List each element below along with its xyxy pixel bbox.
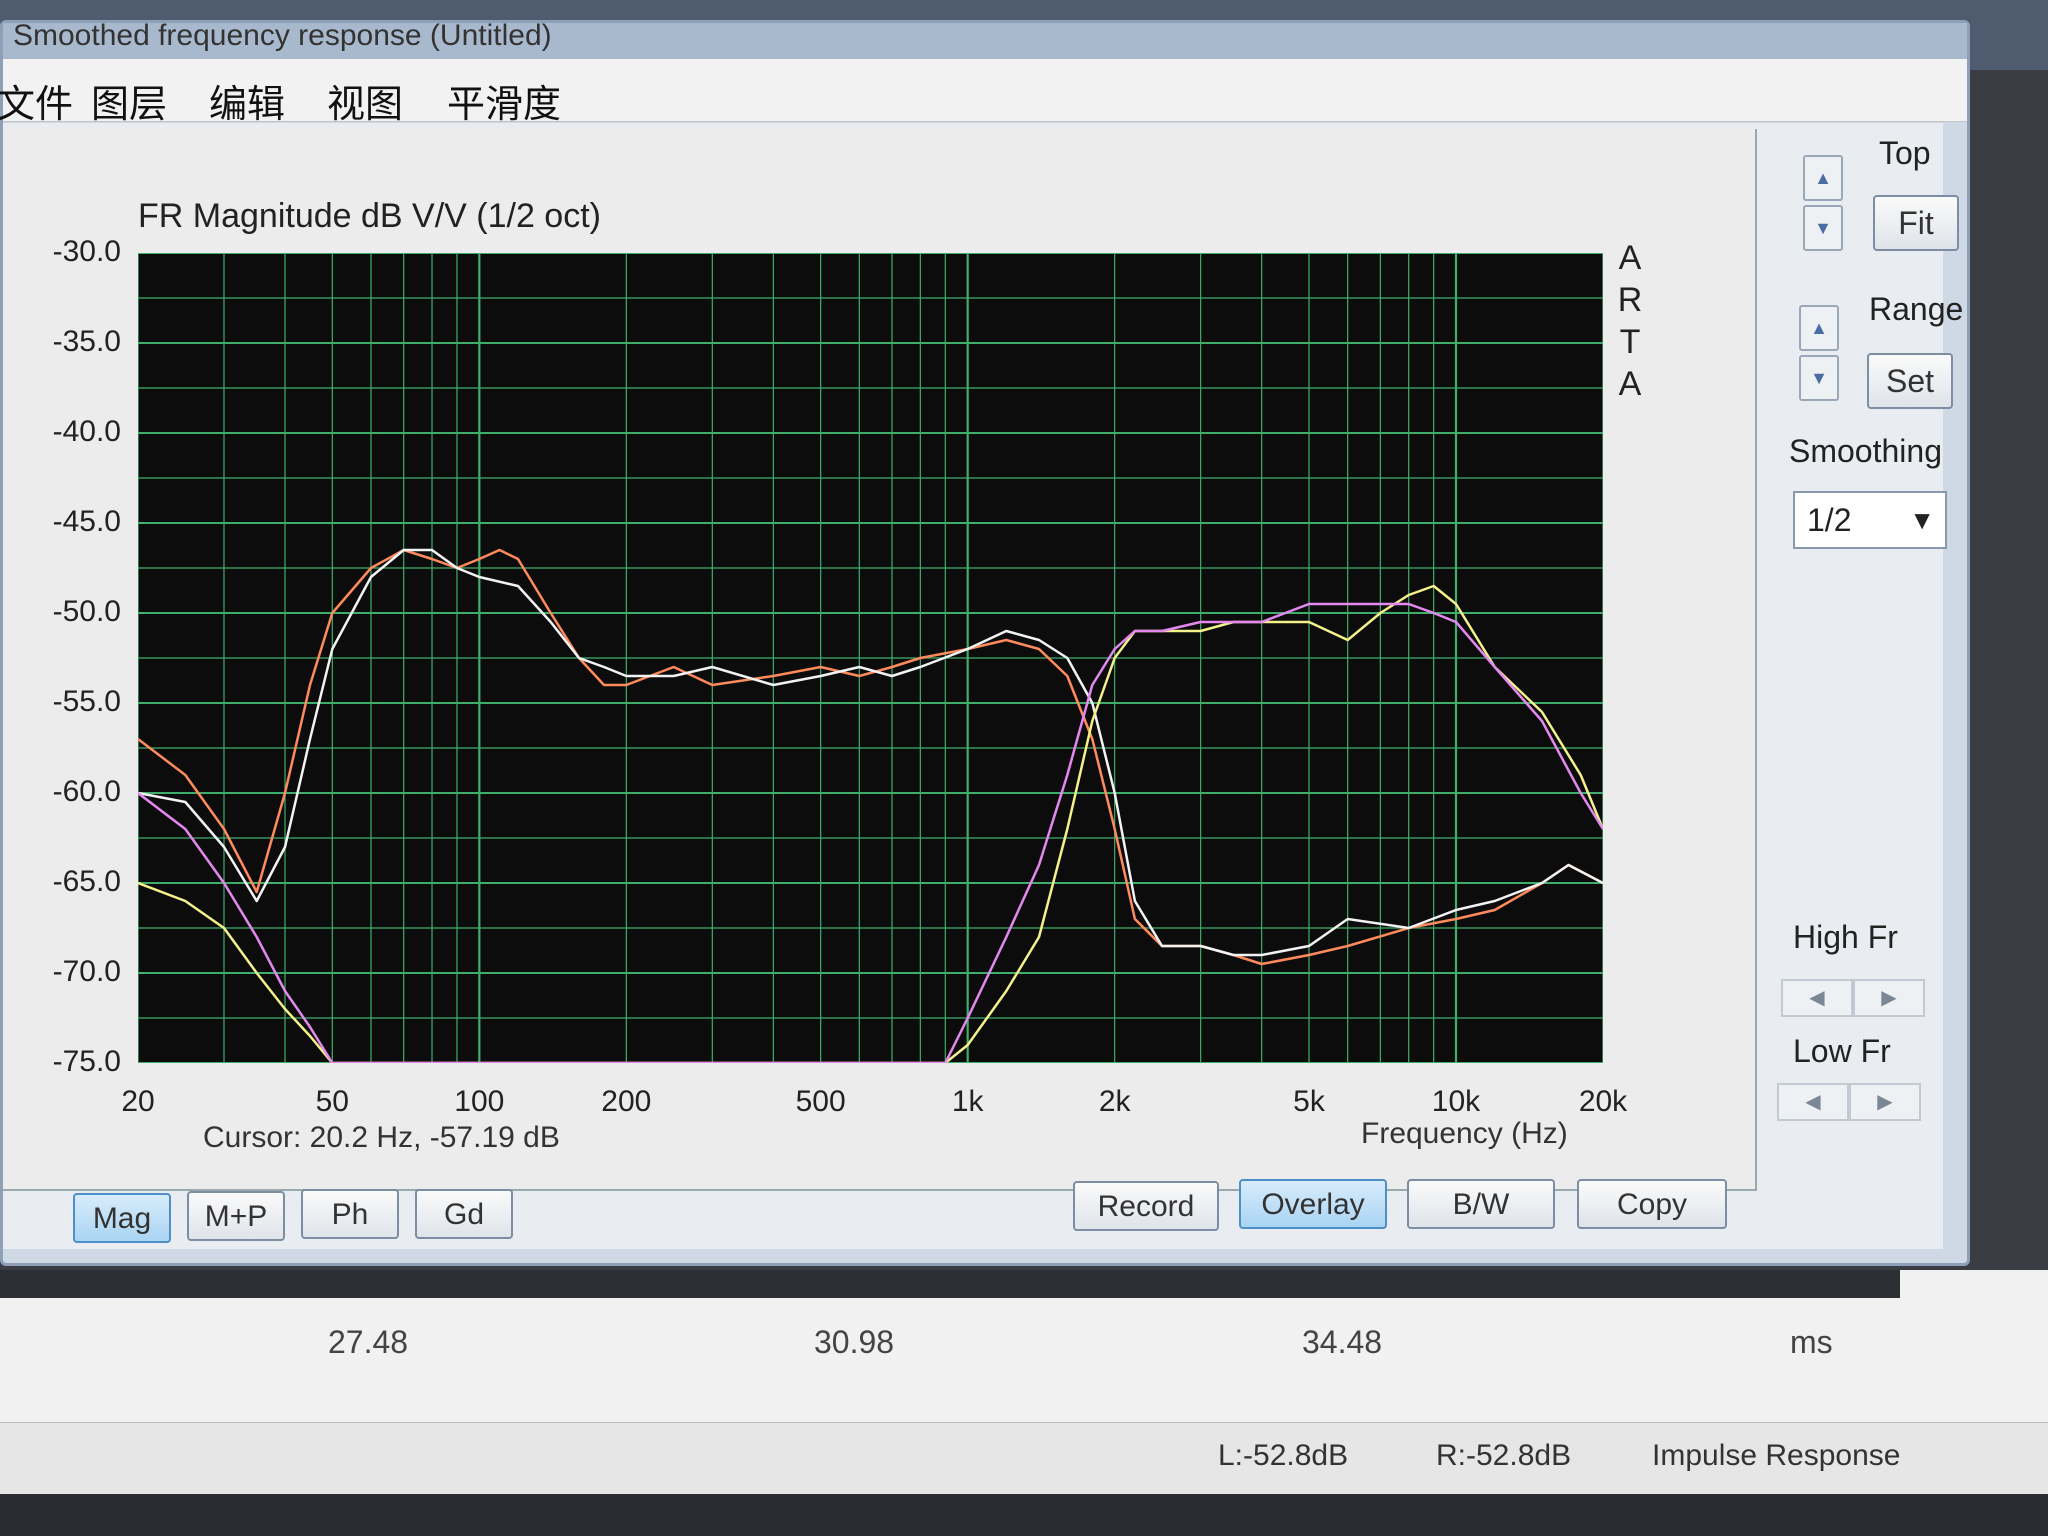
low-fr-right-arrow-icon[interactable]: ▶ [1849, 1083, 1921, 1121]
menu-file[interactable]: 文件 [0, 73, 73, 128]
record-button[interactable]: Record [1073, 1181, 1219, 1231]
y-tick-label: -50.0 [52, 595, 121, 628]
time-tick-label: 30.98 [814, 1324, 895, 1360]
x-tick-label: 10k [1431, 1085, 1481, 1118]
menu-view[interactable]: 视图 [327, 73, 403, 128]
plot-panel: FR Magnitude dB V/V (1/2 oct) -30.0 -35.… [3, 129, 1757, 1191]
menu-layer[interactable]: 图层 [91, 73, 167, 128]
arta-watermark: A R T A [1615, 237, 1645, 405]
top-down-arrow-icon[interactable]: ▼ [1803, 205, 1843, 251]
x-tick-label: 20 [121, 1085, 155, 1118]
window-titlebar[interactable]: Smoothed frequency response (Untitled) [3, 19, 1967, 59]
menu-bar: 文件 图层 编辑 视图 平滑度 [0, 59, 1967, 126]
high-fr-left-arrow-icon[interactable]: ◀ [1781, 979, 1853, 1017]
top-up-arrow-icon[interactable]: ▲ [1803, 155, 1843, 201]
taskbar-strip [0, 1494, 2048, 1536]
y-tick-label: -55.0 [52, 685, 121, 718]
bw-button[interactable]: B/W [1407, 1179, 1555, 1229]
smoothed-fr-window: Smoothed frequency response (Untitled) 文… [0, 19, 1970, 1266]
menu-smoothing[interactable]: 平滑度 [447, 73, 561, 128]
y-tick-label: -70.0 [52, 955, 121, 988]
range-down-arrow-icon[interactable]: ▼ [1799, 355, 1839, 401]
status-bar: L:-52.8dB R:-52.8dB Impulse Response [0, 1422, 2048, 1495]
low-fr-left-arrow-icon[interactable]: ◀ [1777, 1083, 1849, 1121]
y-tick-label: -35.0 [52, 325, 121, 358]
y-tick-label: -65.0 [52, 865, 121, 898]
smoothing-value: 1/2 [1807, 502, 1852, 538]
fit-button[interactable]: Fit [1873, 195, 1959, 251]
arta-letter: T [1619, 323, 1641, 361]
smoothing-label: Smoothing [1789, 433, 1942, 469]
y-tick-label: -60.0 [52, 775, 121, 808]
client-area: FR Magnitude dB V/V (1/2 oct) -30.0 -35.… [3, 123, 1963, 1249]
overlay-button[interactable]: Overlay [1239, 1179, 1387, 1229]
range-label: Range [1869, 291, 1964, 327]
x-tick-label: 2k [1098, 1085, 1131, 1118]
background-impulse-window: 27.48 30.98 34.48 ms L:-52.8dB R:-52.8dB… [0, 1270, 2048, 1536]
x-tick-label: 200 [601, 1085, 652, 1118]
y-tick-label: -40.0 [52, 415, 121, 448]
x-tick-label: 1k [951, 1085, 984, 1118]
time-tick-label: 34.48 [1302, 1324, 1383, 1360]
x-tick-label: 50 [315, 1085, 349, 1118]
time-tick-label: 27.48 [328, 1324, 409, 1360]
background-scroll-strip [0, 1270, 1900, 1298]
y-tick-label: -30.0 [52, 235, 121, 268]
status-left-level: L:-52.8dB [1218, 1439, 1349, 1472]
y-tick-label: -45.0 [52, 505, 121, 538]
plot-title: FR Magnitude dB V/V (1/2 oct) [138, 197, 601, 235]
x-tick-label: 20k [1578, 1085, 1628, 1118]
high-fr-right-arrow-icon[interactable]: ▶ [1853, 979, 1925, 1017]
cursor-readout: Cursor: 20.2 Hz, -57.19 dB [203, 1121, 560, 1154]
frequency-response-plot[interactable] [138, 253, 1603, 1063]
smoothing-select[interactable]: 1/2 ▼ [1793, 491, 1947, 549]
top-label: Top [1879, 135, 1931, 171]
mag-phase-button[interactable]: M+P [187, 1191, 285, 1241]
time-unit-label: ms [1790, 1324, 1833, 1360]
arta-letter: A [1618, 365, 1642, 403]
status-view-name: Impulse Response [1652, 1439, 1901, 1472]
menu-edit[interactable]: 编辑 [209, 73, 285, 128]
low-fr-label: Low Fr [1793, 1033, 1891, 1069]
mag-button[interactable]: Mag [73, 1193, 171, 1243]
x-tick-label: 100 [454, 1085, 505, 1118]
arta-letter: A [1618, 239, 1642, 277]
status-right-level: R:-52.8dB [1436, 1439, 1572, 1472]
copy-button[interactable]: Copy [1577, 1179, 1727, 1229]
window-title: Smoothed frequency response (Untitled) [13, 19, 552, 52]
phase-button[interactable]: Ph [301, 1189, 399, 1239]
x-tick-label: 500 [795, 1085, 846, 1118]
high-fr-label: High Fr [1793, 919, 1898, 955]
group-delay-button[interactable]: Gd [415, 1189, 513, 1239]
arta-letter: R [1617, 281, 1643, 319]
x-axis-label: Frequency (Hz) [1361, 1117, 1568, 1150]
range-up-arrow-icon[interactable]: ▲ [1799, 305, 1839, 351]
y-tick-label: -75.0 [52, 1045, 121, 1078]
chevron-down-icon: ▼ [1909, 505, 1935, 535]
x-tick-label: 5k [1293, 1085, 1325, 1118]
set-button[interactable]: Set [1867, 353, 1953, 409]
